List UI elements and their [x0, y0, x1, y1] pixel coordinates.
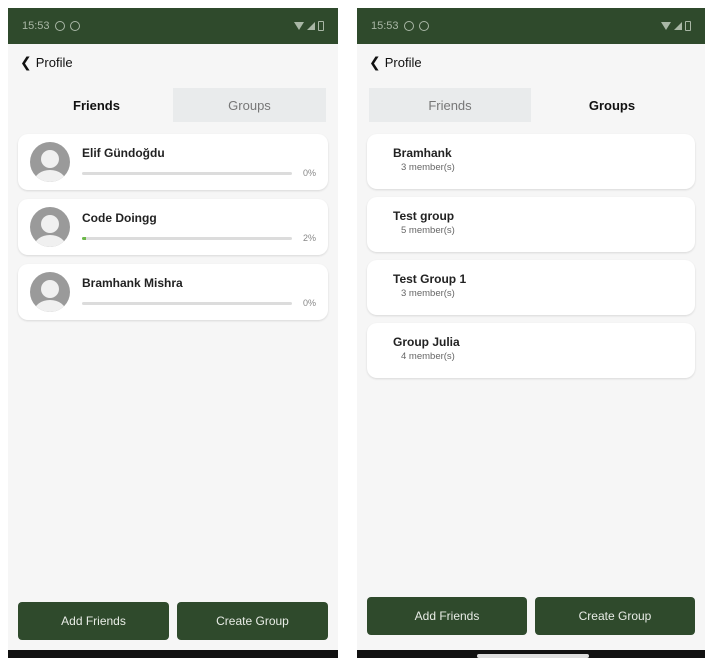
add-friends-button[interactable]: Add Friends: [18, 602, 169, 640]
group-name: Group Julia: [393, 335, 460, 349]
user-placeholder-icon: [30, 272, 70, 312]
add-friends-button[interactable]: Add Friends: [367, 597, 527, 635]
battery-icon: [318, 21, 324, 31]
sync-icon: [54, 21, 65, 31]
screen-friends: 15:53 ❮ Profile Friends Groups Elif Günd…: [8, 8, 338, 658]
system-nav-bar: [8, 650, 338, 658]
tab-friends[interactable]: Friends: [20, 88, 173, 122]
tab-bar: Friends Groups: [369, 88, 693, 122]
create-group-button[interactable]: Create Group: [535, 597, 695, 635]
user-placeholder-icon: [30, 207, 70, 247]
chevron-left-icon: ❮: [20, 54, 32, 70]
tab-friends[interactable]: Friends: [369, 88, 531, 122]
progress-bar: [82, 236, 292, 240]
friend-name: Code Doingg: [82, 211, 157, 225]
group-member-count: 3 member(s): [401, 162, 455, 173]
tab-groups[interactable]: Groups: [531, 88, 693, 122]
do-not-disturb-icon: [418, 21, 429, 31]
screen-groups: 15:53 ❮ Profile Friends Groups Bramhank …: [357, 8, 705, 658]
group-member-count: 4 member(s): [401, 351, 455, 362]
wifi-icon: [661, 22, 671, 30]
action-bar: Add Friends Create Group: [18, 602, 328, 640]
group-name: Bramhank: [393, 146, 452, 160]
group-card[interactable]: Test Group 1 3 member(s): [367, 260, 695, 315]
group-card[interactable]: Bramhank 3 member(s): [367, 134, 695, 189]
friend-name: Elif Gündoğdu: [82, 146, 165, 160]
friend-card[interactable]: Elif Gündoğdu 0%: [18, 134, 328, 190]
progress-bar: [82, 301, 292, 305]
back-button[interactable]: ❮ Profile: [8, 44, 338, 80]
home-indicator[interactable]: [477, 654, 589, 658]
status-time: 15:53: [371, 20, 399, 32]
battery-icon: [685, 21, 691, 31]
chevron-left-icon: ❮: [369, 54, 381, 70]
group-card[interactable]: Test group 5 member(s): [367, 197, 695, 252]
back-button[interactable]: ❮ Profile: [357, 44, 705, 80]
group-member-count: 5 member(s): [401, 225, 455, 236]
groups-list: Bramhank 3 member(s) Test group 5 member…: [367, 134, 695, 378]
status-time: 15:53: [22, 20, 50, 32]
signal-icon: [674, 22, 682, 30]
group-name: Test Group 1: [393, 272, 467, 286]
friend-card[interactable]: Code Doingg 2%: [18, 199, 328, 255]
do-not-disturb-icon: [69, 21, 80, 31]
status-bar: 15:53: [8, 8, 338, 44]
sync-icon: [403, 21, 414, 31]
tab-bar: Friends Groups: [20, 88, 326, 122]
group-name: Test group: [393, 209, 455, 223]
status-bar: 15:53: [357, 8, 705, 44]
user-placeholder-icon: [30, 142, 70, 182]
friend-card[interactable]: Bramhank Mishra 0%: [18, 264, 328, 320]
back-label: Profile: [35, 54, 73, 70]
tab-groups[interactable]: Groups: [173, 88, 326, 122]
action-bar: Add Friends Create Group: [367, 597, 695, 635]
progress-percent: 2%: [302, 233, 316, 243]
progress-percent: 0%: [302, 168, 316, 178]
create-group-button[interactable]: Create Group: [177, 602, 328, 640]
back-label: Profile: [384, 54, 422, 70]
system-nav-bar: [357, 650, 705, 658]
signal-icon: [307, 22, 315, 30]
friends-list: Elif Gündoğdu 0% Code Doingg 2% Bramhank…: [18, 134, 328, 320]
group-member-count: 3 member(s): [401, 288, 455, 299]
friend-name: Bramhank Mishra: [82, 276, 183, 290]
wifi-icon: [294, 22, 304, 30]
progress-bar: [82, 171, 292, 175]
group-card[interactable]: Group Julia 4 member(s): [367, 323, 695, 378]
progress-percent: 0%: [302, 298, 316, 308]
